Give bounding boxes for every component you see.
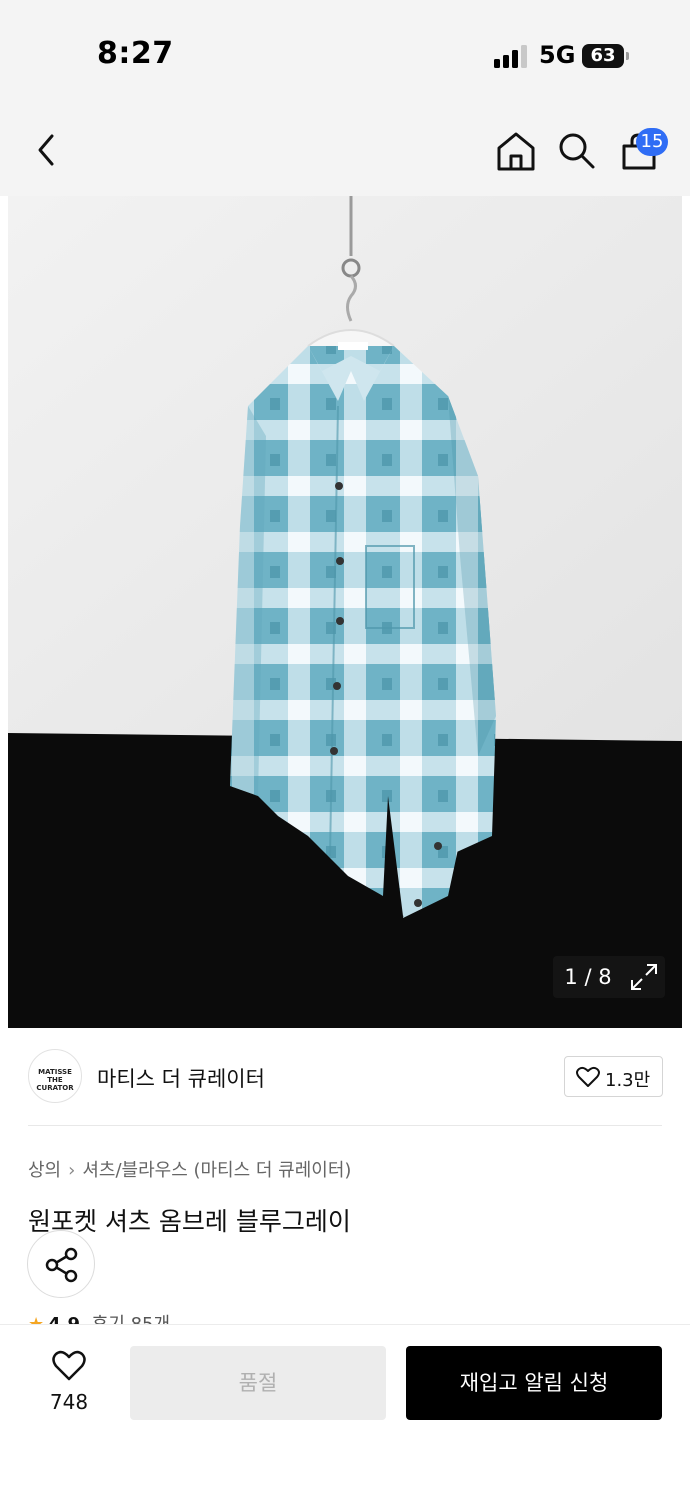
wish-button[interactable]: 748 <box>36 1346 102 1418</box>
product-title: 원포켓 셔츠 옴브레 블루그레이 <box>28 1207 351 1236</box>
battery-icon: 63 <box>582 44 624 68</box>
cart-count-badge: 15 <box>636 128 668 156</box>
back-icon[interactable] <box>30 130 66 170</box>
home-icon[interactable] <box>494 130 538 172</box>
share-button[interactable] <box>27 1230 95 1298</box>
soldout-button: 품절 <box>130 1346 386 1420</box>
brand-like-count: 1.3만 <box>605 1070 651 1091</box>
chevron-right-icon: › <box>68 1160 76 1181</box>
share-icon <box>45 1247 78 1283</box>
header <box>0 100 690 196</box>
product-photo <box>8 196 682 1028</box>
image-counter: 1 / 8 <box>553 956 623 998</box>
restock-alert-button[interactable]: 재입고 알림 신청 <box>406 1346 662 1420</box>
divider <box>28 1125 662 1126</box>
breadcrumb-subcategory[interactable]: 셔츠/블라우스 (마티스 더 큐레이터) <box>82 1160 351 1181</box>
brand-like-button[interactable]: 1.3만 <box>564 1056 663 1097</box>
breadcrumb: 상의 › 셔츠/블라우스 (마티스 더 큐레이터) <box>28 1156 351 1182</box>
heart-icon <box>52 1350 86 1381</box>
expand-icon[interactable] <box>623 956 665 998</box>
brand-name[interactable]: 마티스 더 큐레이터 <box>97 1063 265 1093</box>
search-icon[interactable] <box>556 130 598 172</box>
star-icon: ★ <box>28 1314 44 1324</box>
signal-icon <box>494 44 528 68</box>
wish-count: 748 <box>49 1390 89 1414</box>
breadcrumb-category[interactable]: 상의 <box>28 1160 61 1181</box>
network-label: 5G <box>539 41 576 69</box>
rating-row: ★ 4.9 후기 85개 <box>28 1308 328 1324</box>
product-image[interactable]: 1 / 8 <box>8 196 682 1028</box>
status-bar: 8:27 5G 63 <box>0 0 690 100</box>
battery-cap <box>626 52 629 60</box>
heart-icon <box>576 1066 600 1087</box>
brand-logo[interactable]: MATISSE THE CURATOR <box>28 1049 82 1103</box>
status-time: 8:27 <box>97 36 174 71</box>
review-count[interactable]: 후기 85개 <box>92 1314 170 1324</box>
rating-score: 4.9 <box>48 1314 80 1324</box>
